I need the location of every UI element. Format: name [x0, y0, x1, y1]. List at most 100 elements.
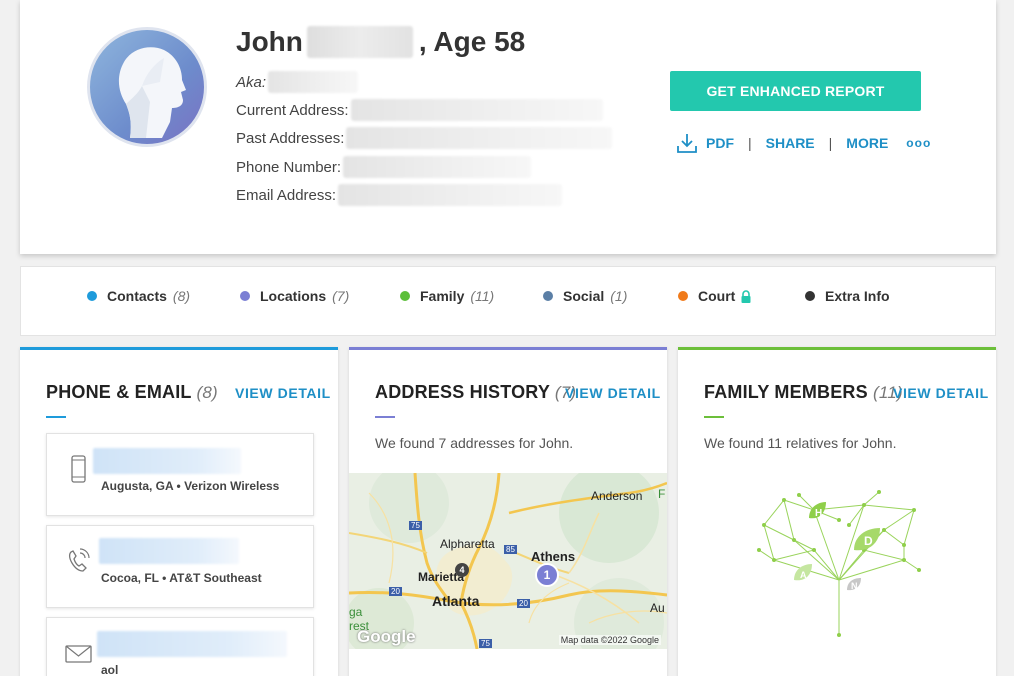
- mobile-phone-icon: [71, 455, 86, 483]
- google-logo: Google: [357, 627, 416, 646]
- phone-number-row: Phone Number:: [236, 156, 532, 178]
- redacted-email-address: [338, 184, 563, 206]
- phone-number-label: Phone Number:: [236, 158, 342, 176]
- category-filter-bar: Contacts (8) Locations (7) Family (11) S…: [20, 266, 996, 336]
- highway-shield-icon: 20: [389, 587, 402, 596]
- redacted-email: [97, 631, 287, 657]
- filter-contacts[interactable]: Contacts (8): [87, 288, 190, 304]
- view-detail-link[interactable]: VIEW DETAIL: [893, 385, 989, 401]
- view-detail-link[interactable]: VIEW DETAIL: [565, 385, 661, 401]
- filter-court[interactable]: Court: [678, 288, 752, 304]
- filter-label: Contacts: [107, 288, 167, 304]
- age-text: , Age 58: [418, 26, 526, 57]
- email-provider: aol: [101, 663, 119, 676]
- family-members-panel: FAMILY MEMBERS (11) VIEW DETAIL We found…: [678, 347, 996, 676]
- family-tree-icon: H D A N: [757, 490, 921, 637]
- map-credit: Map data ©2022 Google: [558, 635, 661, 645]
- contact-location: Augusta, GA • Verizon Wireless: [101, 479, 280, 493]
- contact-card[interactable]: Cocoa, FL • AT&T Southeast: [46, 525, 314, 608]
- map-label: Atlanta: [432, 593, 480, 609]
- highway-shield-icon: 75: [409, 521, 422, 530]
- get-enhanced-report-button[interactable]: GET ENHANCED REPORT: [670, 71, 921, 111]
- filter-extra-info[interactable]: Extra Info: [805, 288, 890, 304]
- tree-letter: N: [851, 581, 858, 591]
- tree-letter: A: [800, 570, 807, 580]
- current-address-label: Current Address:: [236, 101, 349, 119]
- redacted-current-address: [350, 99, 603, 121]
- separator: |: [748, 135, 752, 151]
- filter-label: Locations: [260, 288, 327, 304]
- social-dot: [543, 291, 553, 301]
- contact-card[interactable]: Augusta, GA • Verizon Wireless: [46, 433, 314, 516]
- redacted-last-name: [306, 26, 413, 58]
- separator: |: [828, 135, 833, 151]
- redacted-past-addresses: [346, 127, 613, 149]
- map-label: F: [658, 487, 666, 501]
- filter-social[interactable]: Social (1): [543, 288, 627, 304]
- report-actions: PDF | SHARE | MORE ooo: [676, 132, 931, 154]
- redacted-phone: [99, 538, 239, 564]
- title-underline: [375, 416, 395, 418]
- filter-locations[interactable]: Locations (7): [240, 288, 349, 304]
- redacted-phone: [93, 448, 241, 474]
- pdf-link[interactable]: PDF: [676, 132, 734, 154]
- title-underline: [704, 416, 724, 418]
- aka-row: Aka:: [236, 71, 359, 93]
- filter-count: (7): [332, 288, 350, 304]
- tree-letter: D: [864, 534, 873, 548]
- more-link[interactable]: MORE: [846, 135, 888, 151]
- filter-label: Extra Info: [825, 288, 890, 304]
- court-dot: [678, 291, 688, 301]
- filter-label: Court: [698, 288, 736, 304]
- contact-card[interactable]: aol: [46, 617, 314, 676]
- filter-count: (8): [172, 288, 191, 304]
- contacts-dot: [87, 291, 97, 301]
- person-name-heading: John , Age 58: [236, 26, 525, 58]
- title-underline: [46, 416, 66, 418]
- envelope-icon: [65, 645, 92, 663]
- redacted-phone-number: [343, 156, 532, 178]
- contact-location: Cocoa, FL • AT&T Southeast: [101, 571, 262, 585]
- past-addresses-row: Past Addresses:: [236, 127, 613, 149]
- landline-phone-icon: [68, 548, 90, 572]
- address-map[interactable]: Anderson Alpharetta Athens Marietta Atla…: [349, 473, 667, 649]
- share-link[interactable]: SHARE: [766, 135, 815, 151]
- extra-info-dot: [805, 291, 815, 301]
- filter-count: (1): [610, 288, 628, 304]
- highway-shield-icon: 85: [504, 545, 517, 554]
- map-label: ga: [349, 605, 363, 619]
- highway-shield-icon: 20: [517, 599, 530, 608]
- map-label: Au: [650, 601, 665, 615]
- first-name: John: [236, 26, 303, 57]
- map-label: Anderson: [591, 489, 643, 503]
- lock-icon: [741, 289, 751, 303]
- current-address-row: Current Address:: [236, 99, 603, 121]
- panel-title: FAMILY MEMBERS (11): [704, 382, 903, 402]
- map-pin-marker[interactable]: 4: [455, 563, 469, 577]
- filter-label: Family: [420, 288, 465, 304]
- map-pin-marker[interactable]: 1: [535, 563, 559, 587]
- download-icon: [677, 134, 697, 153]
- locations-dot: [240, 291, 250, 301]
- avatar: [87, 27, 207, 147]
- pdf-label: PDF: [706, 135, 734, 151]
- map-label: Alpharetta: [440, 537, 495, 551]
- profile-card: John , Age 58 Aka: Current Address: Past…: [20, 0, 996, 254]
- phone-email-panel: PHONE & EMAIL (8) VIEW DETAIL Augusta, G…: [20, 347, 338, 676]
- aka-label: Aka:: [236, 73, 267, 91]
- email-address-label: Email Address:: [236, 186, 337, 204]
- address-history-panel: ADDRESS HISTORY (7) VIEW DETAIL We found…: [349, 347, 667, 676]
- filter-label: Social: [563, 288, 605, 304]
- panel-title: PHONE & EMAIL (8): [46, 382, 218, 402]
- silhouette-icon: [118, 47, 186, 138]
- view-detail-link[interactable]: VIEW DETAIL: [235, 385, 331, 401]
- more-dots-icon[interactable]: ooo: [906, 136, 931, 150]
- filter-count: (11): [470, 288, 495, 304]
- past-addresses-label: Past Addresses:: [236, 129, 345, 147]
- filter-family[interactable]: Family (11): [400, 288, 494, 304]
- redacted-aka: [268, 71, 359, 93]
- map-label: Athens: [531, 549, 576, 564]
- tree-letter: H: [815, 508, 822, 519]
- address-summary-text: We found 7 addresses for John.: [375, 435, 574, 451]
- highway-shield-icon: 75: [479, 639, 492, 648]
